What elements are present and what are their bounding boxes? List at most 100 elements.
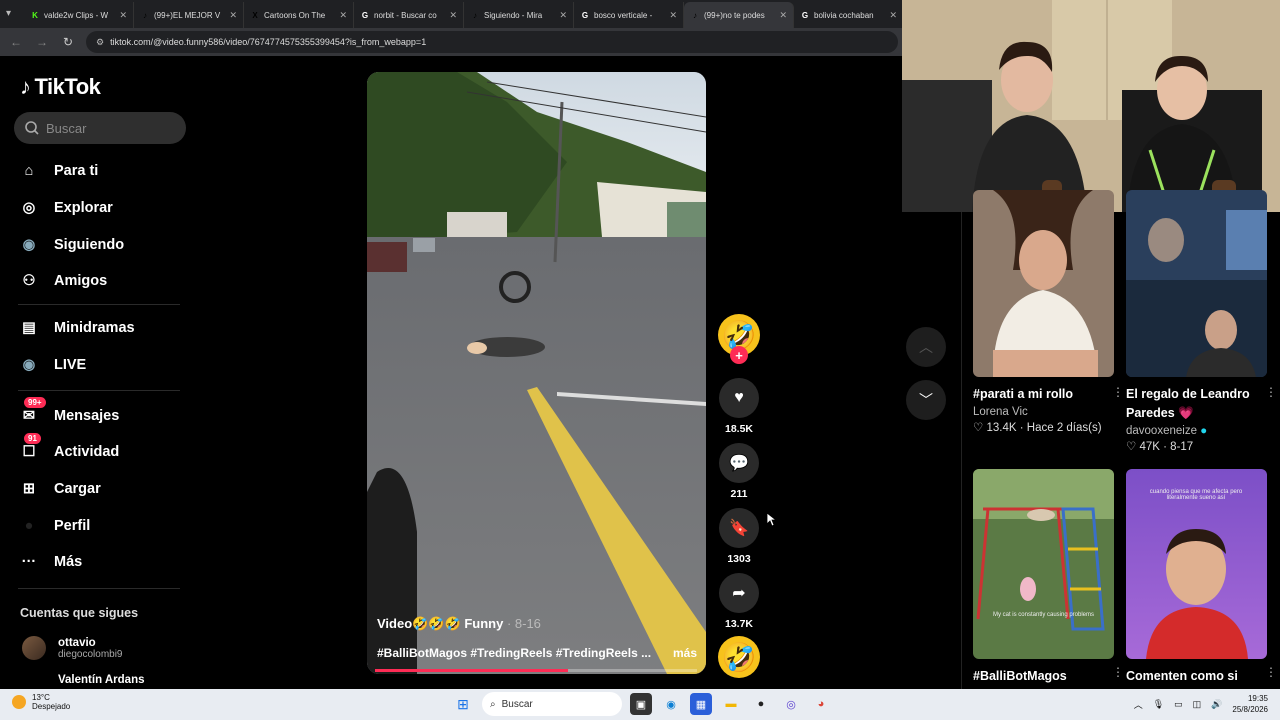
avatar — [22, 636, 46, 660]
video-player[interactable]: Video🤣🤣🤣 Funny · 8-16 #BalliBotMagos #Tr… — [367, 72, 706, 674]
display-icon[interactable]: ▭ — [1174, 699, 1183, 710]
previous-video-button[interactable]: ︿ — [906, 327, 946, 367]
tab-close-icon[interactable]: ✕ — [559, 10, 567, 21]
browser-tab[interactable]: X Cartoons On The ✕ — [244, 2, 354, 28]
browser-tab[interactable]: Gbosco verticale - ✕ — [574, 2, 684, 28]
sidebar-item-label: Para ti — [54, 163, 99, 179]
followed-account[interactable]: ottavio diegocolombi9 — [22, 636, 123, 660]
recommendation-card[interactable]: cuando piensa que me afecta pero literal… — [1126, 469, 1277, 686]
more-options-icon[interactable]: ⋮ — [1112, 665, 1124, 679]
recommendation-card[interactable] — [1126, 190, 1267, 377]
sidebar-item[interactable]: ▤ Minidramas — [18, 317, 198, 339]
share-action[interactable]: ➦ 13.7K — [719, 573, 759, 630]
edge-icon[interactable]: ◉ — [660, 693, 682, 715]
tab-close-icon[interactable]: ✕ — [669, 10, 677, 21]
card-user[interactable]: Lorena Vic — [973, 406, 1114, 418]
store-icon[interactable]: ▦ — [690, 693, 712, 715]
video-progress-bar[interactable] — [375, 669, 697, 672]
like-action[interactable]: ♥ 18.5K — [719, 378, 759, 435]
card-title[interactable]: #parati a mi rollo — [973, 385, 1114, 404]
search-input[interactable]: Buscar — [14, 112, 186, 144]
back-icon[interactable]: ← — [8, 35, 24, 49]
tab-title: norbit - Buscar co — [374, 10, 437, 20]
sidebar-item[interactable]: ⌂ Para ti — [18, 160, 198, 182]
browser-tab[interactable]: ♪ (99+)EL MEJOR V ✕ — [134, 2, 244, 28]
sidebar-item[interactable]: ◎ Explorar — [18, 197, 198, 219]
chrome-icon[interactable]: ◕ — [810, 693, 832, 715]
microphone-icon[interactable]: 🎙 — [1153, 699, 1164, 710]
card-thumbnail[interactable]: My cat is constantly causing problems — [973, 469, 1114, 659]
taskbar-search-label: Buscar — [501, 698, 533, 710]
tab-close-icon[interactable]: ✕ — [339, 10, 347, 21]
save-action[interactable]: 🔖 1303 — [719, 508, 759, 565]
sidebar-item[interactable]: ◉ Siguiendo — [18, 234, 198, 256]
recommendation-card[interactable] — [973, 190, 1114, 377]
card-title[interactable]: Comenten como si — [1126, 667, 1267, 686]
tab-close-icon[interactable]: ✕ — [119, 10, 127, 21]
notification-badge: 91 — [24, 433, 41, 444]
followed-account[interactable]: Valentín Ardans — [58, 674, 145, 686]
tab-favicon-icon: G — [581, 10, 589, 20]
tab-close-icon[interactable]: ✕ — [889, 10, 897, 21]
tiktok-logo[interactable]: ♪ TikTok — [20, 74, 101, 100]
browser-tab[interactable]: Kvalde2w Clips - W ✕ — [24, 2, 134, 28]
tab-search-icon[interactable]: ▾ — [6, 8, 11, 19]
browser-tab[interactable]: Gnorbit - Buscar co ✕ — [354, 2, 464, 28]
network-icon[interactable]: ◫ — [1193, 699, 1202, 710]
tray-overflow-icon[interactable]: ︿ — [1134, 698, 1143, 711]
sidebar-item[interactable]: ✉ 99+ Mensajes — [18, 397, 198, 427]
comment-action[interactable]: 💬 211 — [719, 443, 759, 500]
forward-icon[interactable]: → — [34, 35, 50, 49]
next-video-button[interactable]: ﹀ — [906, 380, 946, 420]
more-options-icon[interactable]: ⋮ — [1265, 385, 1277, 399]
tab-close-icon[interactable]: ✕ — [779, 10, 787, 21]
clock[interactable]: 19:35 25/8/2026 — [1232, 693, 1268, 715]
browser-tab[interactable]: ♪ Siguiendo - Mira ✕ — [464, 2, 574, 28]
follow-plus-button[interactable]: + — [730, 346, 748, 364]
recommendation-card[interactable]: My cat is constantly causing problems #B… — [973, 469, 1124, 686]
file-explorer-icon[interactable]: ▬ — [720, 693, 742, 715]
obs-icon[interactable]: ● — [750, 693, 772, 715]
more-link[interactable]: más — [673, 646, 697, 660]
card-thumbnail[interactable] — [973, 190, 1114, 377]
sidebar-item[interactable]: ◉ LIVE — [18, 354, 198, 376]
share-icon[interactable]: ➦ — [719, 573, 759, 613]
sidebar-item[interactable]: ⚇ Amigos — [18, 270, 198, 292]
taskbar-search[interactable]: ⌕ Buscar — [482, 692, 622, 716]
comment-count: 211 — [730, 488, 748, 500]
browser-tab[interactable]: Gbolivia cochaban ✕ — [794, 2, 904, 28]
heart-icon[interactable]: ♥ — [719, 378, 759, 418]
sidebar-item-label: Perfil — [54, 518, 91, 534]
verified-icon: ● — [1200, 425, 1208, 437]
sidebar-item[interactable]: ⊞ Cargar — [18, 478, 198, 500]
card-thumbnail[interactable] — [1126, 190, 1267, 377]
sound-disc[interactable]: 🤣 — [718, 636, 760, 678]
card-title[interactable]: El regalo de Leandro Paredes 💗 — [1126, 385, 1267, 423]
more-options-icon[interactable]: ⋮ — [1112, 385, 1124, 399]
sidebar-item[interactable]: ··· Más — [18, 551, 198, 573]
upload-icon: ⊞ — [22, 481, 36, 497]
bookmark-icon[interactable]: 🔖 — [719, 508, 759, 548]
tab-favicon-icon: ♪ — [473, 10, 477, 20]
comment-icon[interactable]: 💬 — [719, 443, 759, 483]
url-field[interactable]: ⚙ tiktok.com/@video.funny586/video/76747… — [86, 31, 898, 53]
card-title[interactable]: #BalliBotMagos — [973, 667, 1114, 686]
mouse-cursor-icon — [767, 513, 777, 527]
task-view-icon[interactable]: ▣ — [630, 693, 652, 715]
app-icon[interactable]: ◎ — [780, 693, 802, 715]
reload-icon[interactable]: ↻ — [60, 35, 76, 49]
tab-close-icon[interactable]: ✕ — [229, 10, 237, 21]
card-stats: ♡ 13.4K · Hace 2 días(s) — [973, 422, 1102, 434]
card-thumbnail[interactable]: cuando piensa que me afecta pero literal… — [1126, 469, 1267, 659]
windows-start-icon[interactable]: ⊞ — [452, 693, 474, 715]
browser-tab[interactable]: ♪ (99+)no te podes ✕ — [684, 2, 794, 28]
site-info-icon[interactable]: ⚙ — [96, 37, 104, 48]
tab-close-icon[interactable]: ✕ — [449, 10, 457, 21]
sidebar-item[interactable]: ● Perfil — [18, 515, 198, 537]
card-user[interactable]: davooxeneize ● — [1126, 425, 1267, 437]
weather-widget[interactable]: 13°C Despejado — [12, 693, 70, 711]
sidebar-item[interactable]: ☐ 91 Actividad — [18, 433, 198, 463]
volume-icon[interactable]: 🔊 — [1211, 699, 1222, 710]
hashtags-text[interactable]: #BalliBotMagos #TredingReels #TredingRee… — [377, 646, 651, 660]
more-options-icon[interactable]: ⋮ — [1265, 665, 1277, 679]
